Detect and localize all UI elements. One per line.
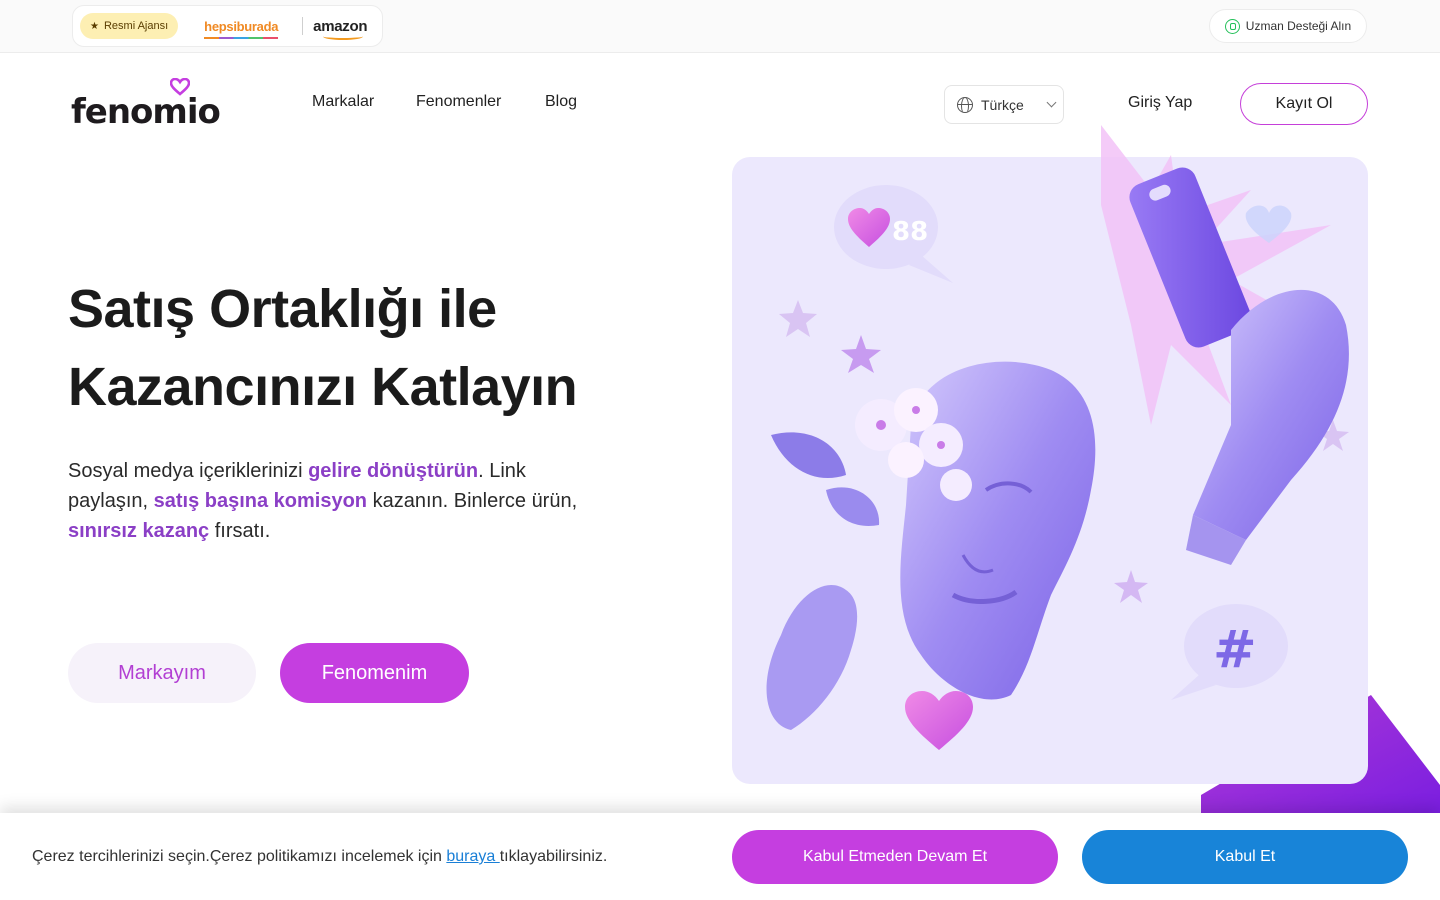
top-bar: ★ Resmi Ajansı hepsiburada amazon Uzman … (0, 0, 1440, 53)
decline-cookies-button[interactable]: Kabul Etmeden Devam Et (732, 830, 1058, 884)
badge-label: Resmi Ajansı (103, 20, 169, 32)
hero-highlight: satış başına komisyon (153, 490, 368, 512)
partner-strip: ★ Resmi Ajansı hepsiburada amazon (72, 5, 383, 47)
accept-cookies-button[interactable]: Kabul Et (1082, 830, 1408, 884)
hero-text-part: fırsatı. (209, 520, 271, 542)
whatsapp-icon (1224, 18, 1240, 34)
cookie-text-part: Çerez tercihlerinizi seçin.Çerez politik… (32, 848, 447, 865)
cookie-text: Çerez tercihlerinizi seçin.Çerez politik… (32, 848, 607, 866)
hero-text-part: Sosyal medya içeriklerinizi (68, 460, 309, 482)
hero-text-part: kazanın. Binlerce ürün, (367, 490, 578, 512)
star-icon: ★ (90, 20, 99, 32)
cookie-text-part: tıklayabilirsiniz. (499, 848, 608, 865)
support-label: Uzman Desteği Alın (1245, 19, 1352, 33)
expert-support-button[interactable]: Uzman Desteği Alın (1209, 9, 1367, 43)
hashtag-icon: # (1213, 620, 1257, 680)
hero-illustration: 88 # (732, 125, 1440, 815)
cookie-banner: Çerez tercihlerinizi seçin.Çerez politik… (0, 813, 1440, 900)
hero-title-line-1: Satış Ortaklığı ile (68, 279, 497, 339)
brand-cta-button[interactable]: Markayım (68, 643, 256, 703)
hero-highlight: gelire dönüştürün (308, 460, 479, 482)
hepsiburada-logo: hepsiburada (204, 18, 279, 39)
nav-influencers-link[interactable]: Fenomenler (416, 93, 501, 111)
divider (302, 17, 304, 35)
nav-brands-link[interactable]: Markalar (312, 93, 374, 111)
hero-title: Satış Ortaklığı ile Kazancınızı Katlayın (68, 270, 668, 426)
hero-highlight: sınırsız kazanç (68, 520, 210, 542)
amazon-logo: amazon (313, 17, 368, 40)
brand-wordmark: fenomio (71, 92, 221, 132)
influencer-cta-button[interactable]: Fenomenim (280, 643, 469, 703)
hero-title-line-2: Kazancınızı Katlayın (68, 357, 578, 417)
hero-description: Sosyal medya içeriklerinizi gelire dönüş… (68, 456, 608, 546)
official-agency-badge: ★ Resmi Ajansı (80, 13, 179, 39)
brand-logo[interactable]: fenomio (71, 78, 221, 132)
nav-blog-link[interactable]: Blog (545, 93, 577, 111)
cookie-policy-link[interactable]: buraya (446, 848, 499, 865)
like-count: 88 (892, 217, 928, 247)
